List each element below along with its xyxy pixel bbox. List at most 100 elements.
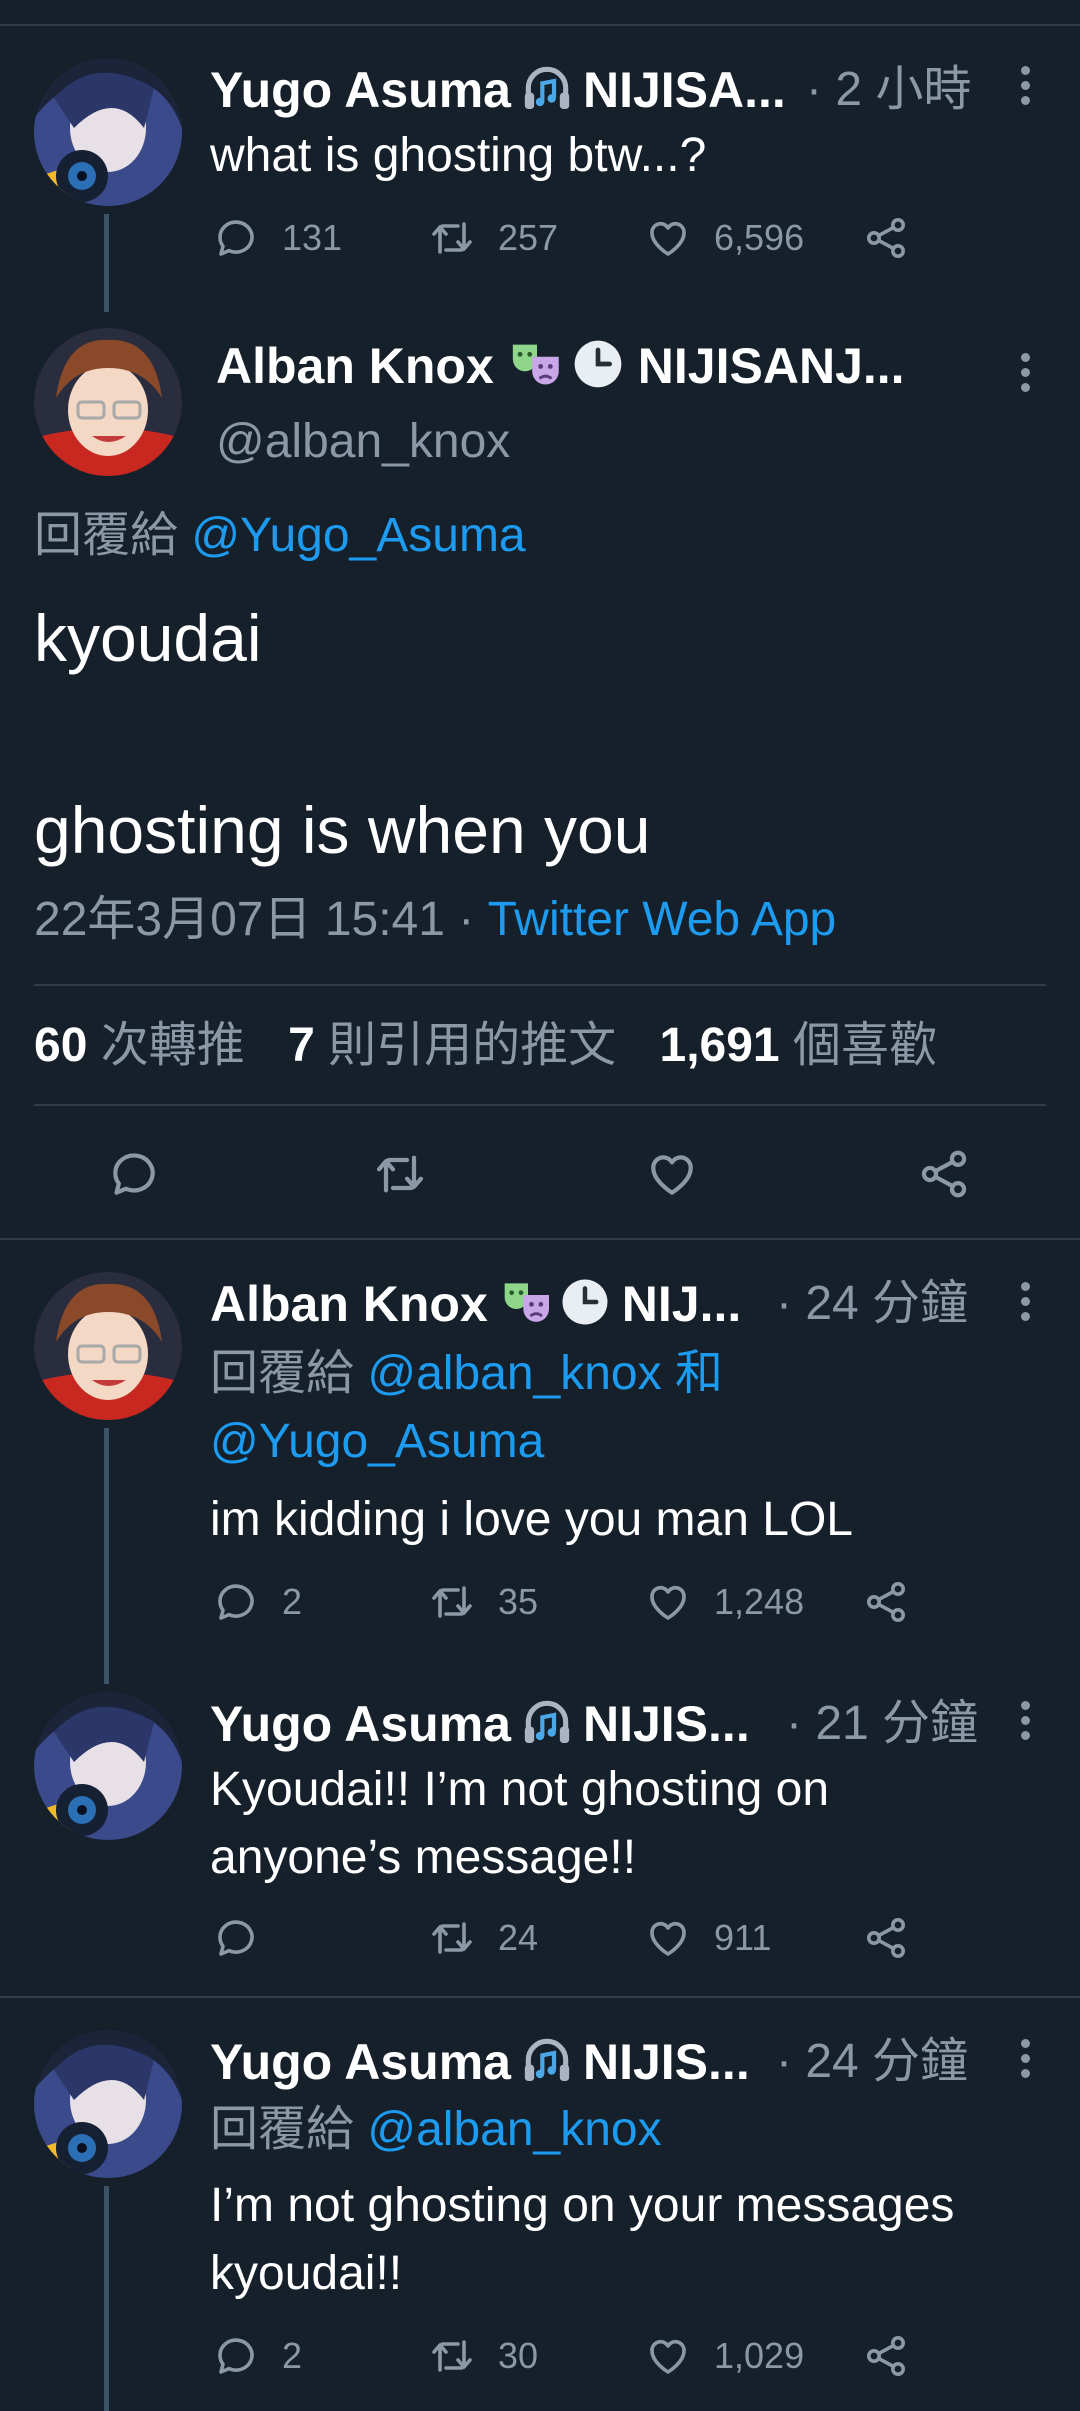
retweet-total: 60 (34, 1019, 88, 1072)
share-icon (862, 2332, 910, 2380)
retweet-icon (428, 1914, 476, 1962)
reply3-header: Yugo Asuma NIJIS... (210, 2032, 750, 2092)
reply-icon (212, 1914, 260, 1962)
tweet-time[interactable]: · 24 分鐘 (776, 1274, 968, 1334)
like-button[interactable]: 1,029 (644, 2332, 804, 2380)
share-button[interactable] (862, 1578, 932, 1626)
tweet-source[interactable]: Twitter Web App (488, 893, 837, 946)
clock-icon (570, 336, 626, 397)
reply-button[interactable]: 2 (212, 1578, 302, 1626)
retweet-icon (428, 2332, 476, 2380)
reply-to-mention[interactable]: @alban_knox (367, 2103, 661, 2156)
quote-stat[interactable]: 7 則引用的推文 (288, 1019, 616, 1072)
like-button[interactable] (644, 1146, 722, 1202)
retweet-icon (428, 1578, 476, 1626)
avatar-image (34, 1272, 182, 1420)
thread-line (104, 2186, 109, 2411)
like-stat[interactable]: 1,691 個喜歡 (660, 1019, 937, 1072)
like-icon (644, 214, 692, 262)
more-options-icon[interactable] (1021, 1282, 1031, 1327)
reply-button[interactable]: 131 (212, 214, 342, 262)
retweet-button[interactable]: 257 (428, 214, 558, 262)
retweet-button[interactable]: 24 (428, 1914, 538, 1962)
tweet-time[interactable]: · 21 分鐘 (786, 1694, 978, 1754)
timestamp[interactable]: 22年3月07日 15:41 · (34, 893, 474, 946)
retweet-button[interactable]: 35 (428, 1578, 538, 1626)
tweet-time[interactable]: · 2 小時 (806, 60, 971, 120)
like-button[interactable]: 911 (644, 1914, 771, 1962)
more-options-icon[interactable] (1021, 353, 1031, 398)
retweet-label: 次轉推 (100, 1019, 245, 1072)
author-name[interactable]: Alban Knox (216, 337, 494, 395)
retweet-button[interactable]: 30 (428, 2332, 538, 2380)
author-name[interactable]: Yugo Asuma (210, 2033, 511, 2091)
reply-prefix: 回覆給 (210, 2103, 355, 2156)
more-options-icon[interactable] (1021, 1701, 1031, 1746)
share-button[interactable] (862, 2332, 932, 2380)
avatar-yugo[interactable] (34, 2030, 182, 2178)
avatar-yugo[interactable] (34, 1692, 182, 1840)
tweet-text-line1: I’m not ghosting on your messages (210, 2179, 955, 2232)
author-name-suffix: NIJISANJ... (637, 338, 905, 394)
reply-button[interactable] (106, 1146, 184, 1202)
share-icon (916, 1146, 972, 1202)
share-icon (862, 214, 910, 262)
author-name-suffix: NIJIS... (582, 1696, 750, 1752)
like-icon (644, 2332, 692, 2380)
like-count: 6,596 (714, 217, 805, 258)
avatar-image (34, 2030, 182, 2178)
main-tweet-text-line2: ghosting is when you (34, 793, 651, 867)
reply-button[interactable]: 2 (212, 2332, 302, 2380)
author-name[interactable]: Yugo Asuma (210, 1695, 511, 1753)
retweet-button[interactable] (372, 1146, 450, 1202)
tweet-meta: 22年3月07日 15:41 · Twitter Web App (34, 890, 836, 950)
reply-count: 2 (282, 2335, 303, 2376)
avatar-image (34, 58, 182, 206)
clock-icon (558, 1275, 612, 1334)
reply-context: 回覆給 @Yugo_Asuma (34, 506, 526, 566)
share-button[interactable] (862, 214, 932, 262)
share-icon (862, 1578, 910, 1626)
tweet-time[interactable]: · 24 分鐘 (776, 2032, 968, 2092)
avatar-image (34, 1692, 182, 1840)
author-name[interactable]: Yugo Asuma (210, 61, 511, 119)
retweet-count: 30 (498, 2335, 539, 2376)
like-button[interactable]: 6,596 (644, 214, 804, 262)
tweet-text-line2: anyone’s message!! (210, 1831, 637, 1884)
share-button[interactable] (916, 1146, 994, 1202)
more-options-icon[interactable] (1021, 66, 1031, 111)
top-divider (0, 24, 1080, 26)
reply2-header: Yugo Asuma NIJIS... (210, 1694, 750, 1754)
author-name[interactable]: Alban Knox (210, 1275, 488, 1333)
reply-icon (212, 214, 260, 262)
author-name-suffix: NIJIS... (582, 2034, 750, 2090)
avatar-alban[interactable] (34, 328, 182, 476)
reply-to-mention[interactable]: @Yugo_Asuma (191, 509, 525, 562)
reply-count: 131 (282, 217, 343, 258)
avatar-yugo[interactable] (34, 58, 182, 206)
like-total: 1,691 (659, 1019, 780, 1072)
reply-to-mention[interactable]: @Yugo_Asuma (210, 1408, 544, 1476)
author-handle[interactable]: @alban_knox (216, 412, 510, 472)
divider (0, 1238, 1080, 1240)
more-options-icon[interactable] (1021, 2039, 1031, 2084)
reply-icon (212, 1578, 260, 1626)
share-button[interactable] (862, 1914, 932, 1962)
divider (0, 1996, 1080, 1998)
reply-button[interactable] (212, 1914, 282, 1962)
avatar-alban[interactable] (34, 1272, 182, 1420)
author-name-suffix: NIJISA... (582, 62, 786, 118)
tweet1-header: Yugo Asuma NIJISA... (210, 60, 786, 120)
main-tweet-text-line1: kyoudai (34, 601, 262, 675)
tweet-text-line2: kyoudai!! (210, 2247, 403, 2300)
like-button[interactable]: 1,248 (644, 1578, 804, 1626)
share-icon (862, 1914, 910, 1962)
drama-masks-icon (500, 1274, 556, 1335)
reply-count: 2 (282, 1581, 303, 1622)
retweet-stat[interactable]: 60 次轉推 (34, 1019, 245, 1072)
engagement-stats: 60 次轉推 7 則引用的推文 1,691 個喜歡 (34, 1016, 937, 1076)
reply-to-mention[interactable]: @alban_knox (367, 1347, 661, 1400)
avatar-image (34, 328, 182, 476)
reply-icon (212, 2332, 260, 2380)
thread-line (104, 214, 109, 312)
